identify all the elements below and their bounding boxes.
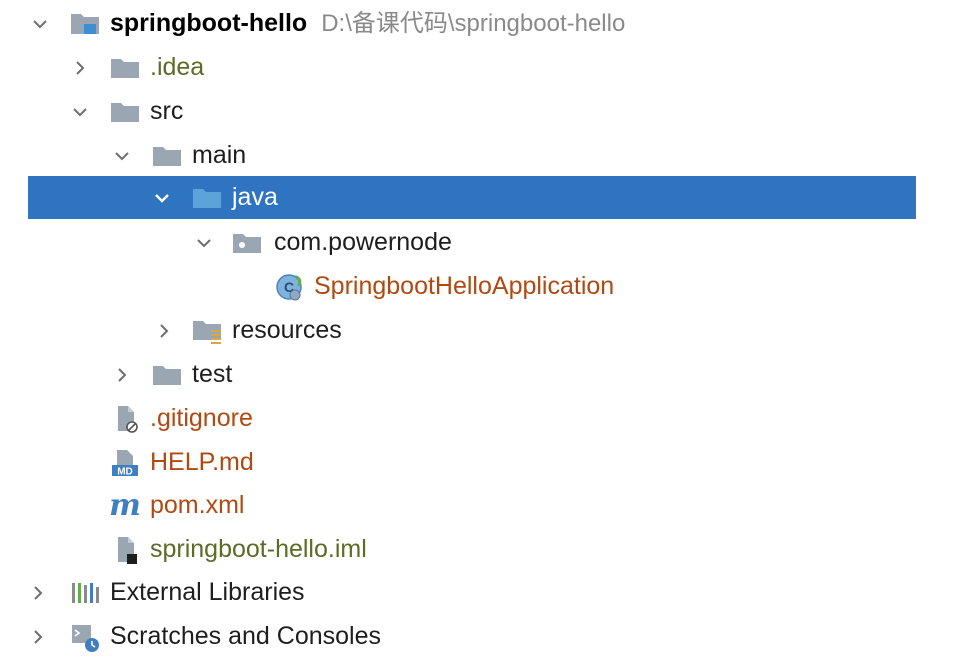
tree-row-java[interactable]: java <box>28 176 916 219</box>
tree-row-help-md[interactable]: MD HELP.md <box>0 441 954 484</box>
tree-row-package[interactable]: com.powernode <box>0 221 954 264</box>
tree-row-main[interactable]: main <box>0 134 954 177</box>
chevron-down-icon[interactable] <box>110 134 134 177</box>
tree-row-iml[interactable]: springboot-hello.iml <box>0 528 954 571</box>
markdown-file-icon: MD <box>108 441 142 484</box>
resources-folder-label: resources <box>232 316 342 344</box>
package-icon <box>230 221 264 264</box>
tree-row-scratches[interactable]: Scratches and Consoles <box>0 615 954 658</box>
resources-folder-icon <box>190 309 224 352</box>
root-path: D:\备课代码\springboot-hello <box>321 10 626 37</box>
tree-row-gitignore[interactable]: .gitignore <box>0 397 954 440</box>
tree-row-pom[interactable]: m pom.xml <box>0 484 954 527</box>
chevron-right-icon[interactable] <box>26 571 50 614</box>
folder-icon <box>108 46 142 89</box>
package-label: com.powernode <box>274 228 452 256</box>
chevron-right-icon[interactable] <box>152 309 176 352</box>
scratches-label: Scratches and Consoles <box>110 622 381 650</box>
tree-row-test[interactable]: test <box>0 353 954 396</box>
test-folder-label: test <box>192 360 233 388</box>
tree-row-app-class[interactable]: C SpringbootHelloApplication <box>0 265 954 308</box>
chevron-right-icon[interactable] <box>68 46 92 89</box>
maven-icon: m <box>109 488 141 523</box>
tree-row-external-libraries[interactable]: External Libraries <box>0 571 954 614</box>
folder-icon <box>150 353 184 396</box>
folder-icon <box>108 90 142 133</box>
libraries-icon <box>68 571 102 614</box>
spring-boot-class-icon: C <box>272 265 306 308</box>
idea-folder-label: .idea <box>150 53 205 81</box>
tree-row-root[interactable]: springboot-hello D:\备课代码\springboot-hell… <box>0 2 954 45</box>
iml-file-icon <box>110 528 144 571</box>
chevron-right-icon[interactable] <box>110 353 134 396</box>
root-name: springboot-hello <box>110 9 308 37</box>
folder-icon <box>150 134 184 177</box>
chevron-down-icon[interactable] <box>150 176 174 219</box>
help-md-label: HELP.md <box>150 448 254 476</box>
src-folder-label: src <box>150 97 184 125</box>
svg-text:MD: MD <box>117 466 133 477</box>
main-folder-label: main <box>192 141 247 169</box>
gitignore-label: .gitignore <box>150 404 253 432</box>
source-root-folder-icon <box>190 176 224 219</box>
tree-row-idea[interactable]: .idea <box>0 46 954 89</box>
chevron-right-icon[interactable] <box>26 615 50 658</box>
chevron-down-icon[interactable] <box>68 90 92 133</box>
tree-row-src[interactable]: src <box>0 90 954 133</box>
iml-label: springboot-hello.iml <box>150 535 367 563</box>
module-folder-icon <box>68 2 102 45</box>
scratches-icon <box>68 615 102 658</box>
pom-label: pom.xml <box>150 491 245 519</box>
ignored-file-icon <box>110 397 144 440</box>
app-class-label: SpringbootHelloApplication <box>314 272 615 300</box>
java-folder-label: java <box>232 183 278 211</box>
tree-row-resources[interactable]: resources <box>0 309 954 352</box>
chevron-down-icon[interactable] <box>28 2 52 45</box>
external-libraries-label: External Libraries <box>110 578 305 606</box>
chevron-down-icon[interactable] <box>192 221 216 264</box>
